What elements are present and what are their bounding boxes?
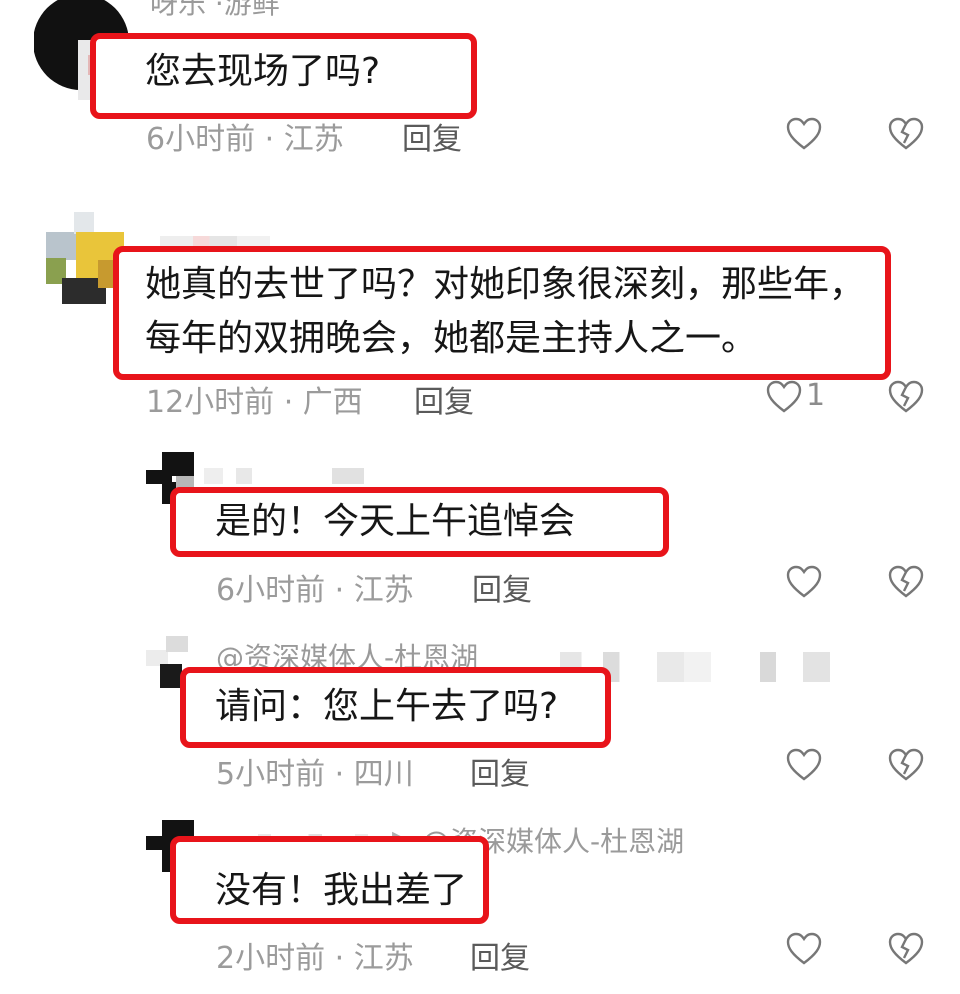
reply-button[interactable]: 回复: [472, 565, 532, 609]
comment-text-line2: 每年的双拥晚会，她都是主持人之一。: [145, 318, 758, 359]
reply-button[interactable]: 回复: [470, 933, 530, 977]
meta-separator: ·: [325, 573, 354, 608]
comment-meta: 12小时前 · 广西: [146, 377, 363, 421]
heart-outline-icon[interactable]: [786, 932, 822, 966]
comment-text-line1: 她真的去世了吗？对她印象很深刻，那些年，: [145, 264, 866, 305]
meta-separator: ·: [274, 385, 303, 420]
comment-time: 6小时前: [216, 573, 326, 608]
reply-button[interactable]: 回复: [414, 377, 474, 421]
comment-meta: 5小时前 · 四川: [216, 749, 414, 793]
like-count: 1: [806, 378, 826, 413]
comment-location: 江苏: [283, 122, 344, 157]
heart-outline-icon[interactable]: [766, 380, 802, 414]
broken-heart-icon[interactable]: [888, 748, 924, 782]
heart-outline-icon[interactable]: [786, 117, 822, 151]
username-pixelated: [204, 468, 364, 484]
comment-text: 请问：您上午去了吗?: [215, 686, 559, 727]
meta-separator: ·: [255, 122, 284, 157]
meta-separator: ·: [325, 757, 354, 792]
comment-meta: 2小时前 · 江苏: [216, 933, 414, 977]
comment-time: 12小时前: [146, 385, 275, 420]
comment-text: 是的！今天上午追悼会: [215, 501, 576, 542]
comment-time: 2小时前: [216, 941, 326, 976]
username[interactable]: 呀乐 ·游鲜: [150, 0, 280, 22]
broken-heart-icon[interactable]: [888, 380, 924, 414]
comment-time: 5小时前: [216, 757, 326, 792]
heart-outline-icon[interactable]: [786, 565, 822, 599]
comment-text: 您去现场了吗?: [145, 51, 381, 92]
comment-meta: 6小时前 · 江苏: [216, 565, 414, 609]
comment-meta: 6小时前 · 江苏: [146, 114, 344, 158]
comment-time: 6小时前: [146, 122, 256, 157]
heart-outline-icon[interactable]: [786, 748, 822, 782]
comment-location: 江苏: [353, 941, 414, 976]
comment-location: 四川: [353, 757, 414, 792]
broken-heart-icon[interactable]: [888, 117, 924, 151]
comment-text: 没有！我出差了: [215, 870, 468, 911]
broken-heart-icon[interactable]: [888, 932, 924, 966]
broken-heart-icon[interactable]: [888, 565, 924, 599]
meta-separator: ·: [325, 941, 354, 976]
reply-button[interactable]: 回复: [470, 749, 530, 793]
comment-location: 江苏: [353, 573, 414, 608]
reply-button[interactable]: 回复: [402, 114, 462, 158]
comment-location: 广西: [302, 385, 363, 420]
